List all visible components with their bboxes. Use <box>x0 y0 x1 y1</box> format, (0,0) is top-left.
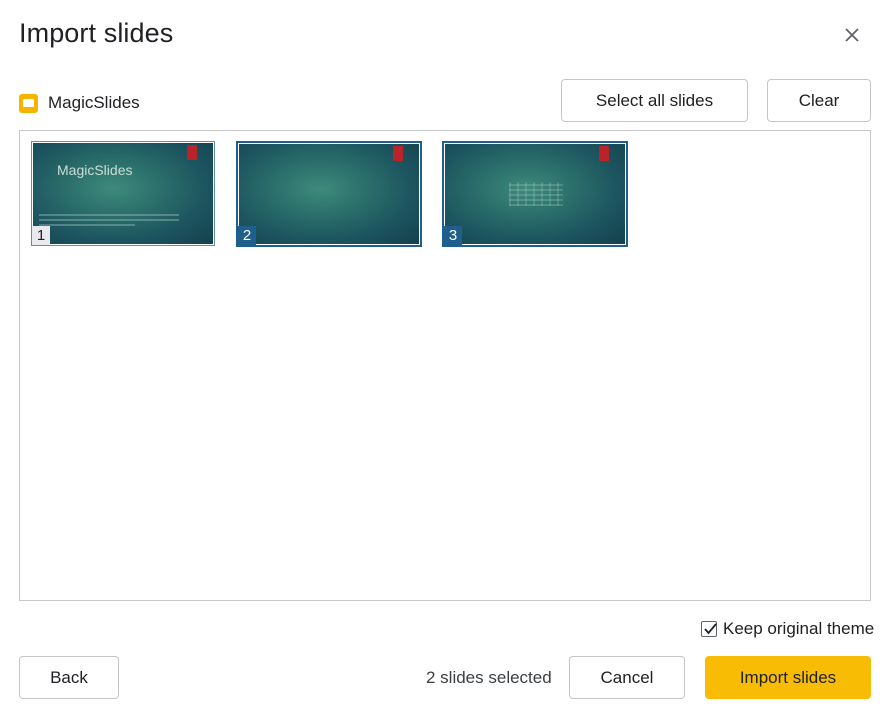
keep-original-theme-label: Keep original theme <box>723 619 875 638</box>
slide-preview: MagicSlides <box>33 143 213 244</box>
slide-flag-icon <box>599 146 609 161</box>
cancel-button[interactable]: Cancel <box>569 656 685 699</box>
dialog-title: Import slides <box>19 18 174 48</box>
checkmark-icon <box>704 623 717 635</box>
slide-body-text <box>39 214 179 229</box>
slide-flag-icon <box>393 146 403 161</box>
select-all-slides-button[interactable]: Select all slides <box>561 79 748 122</box>
keep-original-theme-checkbox[interactable] <box>701 621 717 637</box>
import-slides-button[interactable]: Import slides <box>705 656 871 699</box>
keep-original-theme-option[interactable]: Keep original theme <box>701 619 874 639</box>
slide-thumbnail-3[interactable]: 3 <box>442 141 628 247</box>
slide-table-graphic <box>509 182 563 206</box>
clear-button[interactable]: Clear <box>767 79 871 122</box>
source-name: MagicSlides <box>48 93 140 112</box>
slide-preview <box>445 144 625 244</box>
slide-thumbnail-1[interactable]: MagicSlides 1 <box>31 141 215 246</box>
slide-number: 3 <box>444 226 462 245</box>
back-button[interactable]: Back <box>19 656 119 699</box>
close-icon[interactable] <box>845 28 859 42</box>
slide-flag-icon <box>187 145 197 160</box>
source-presentation: MagicSlides <box>19 93 140 113</box>
slide-preview <box>239 144 419 244</box>
slide-number: 1 <box>32 226 50 245</box>
slide-thumbnail-2[interactable]: 2 <box>236 141 422 247</box>
slide-number: 2 <box>238 226 256 245</box>
google-slides-icon <box>19 93 38 113</box>
selection-status: 2 slides selected <box>426 668 552 687</box>
close-button[interactable] <box>838 21 866 49</box>
slide-title-text: MagicSlides <box>57 162 133 178</box>
